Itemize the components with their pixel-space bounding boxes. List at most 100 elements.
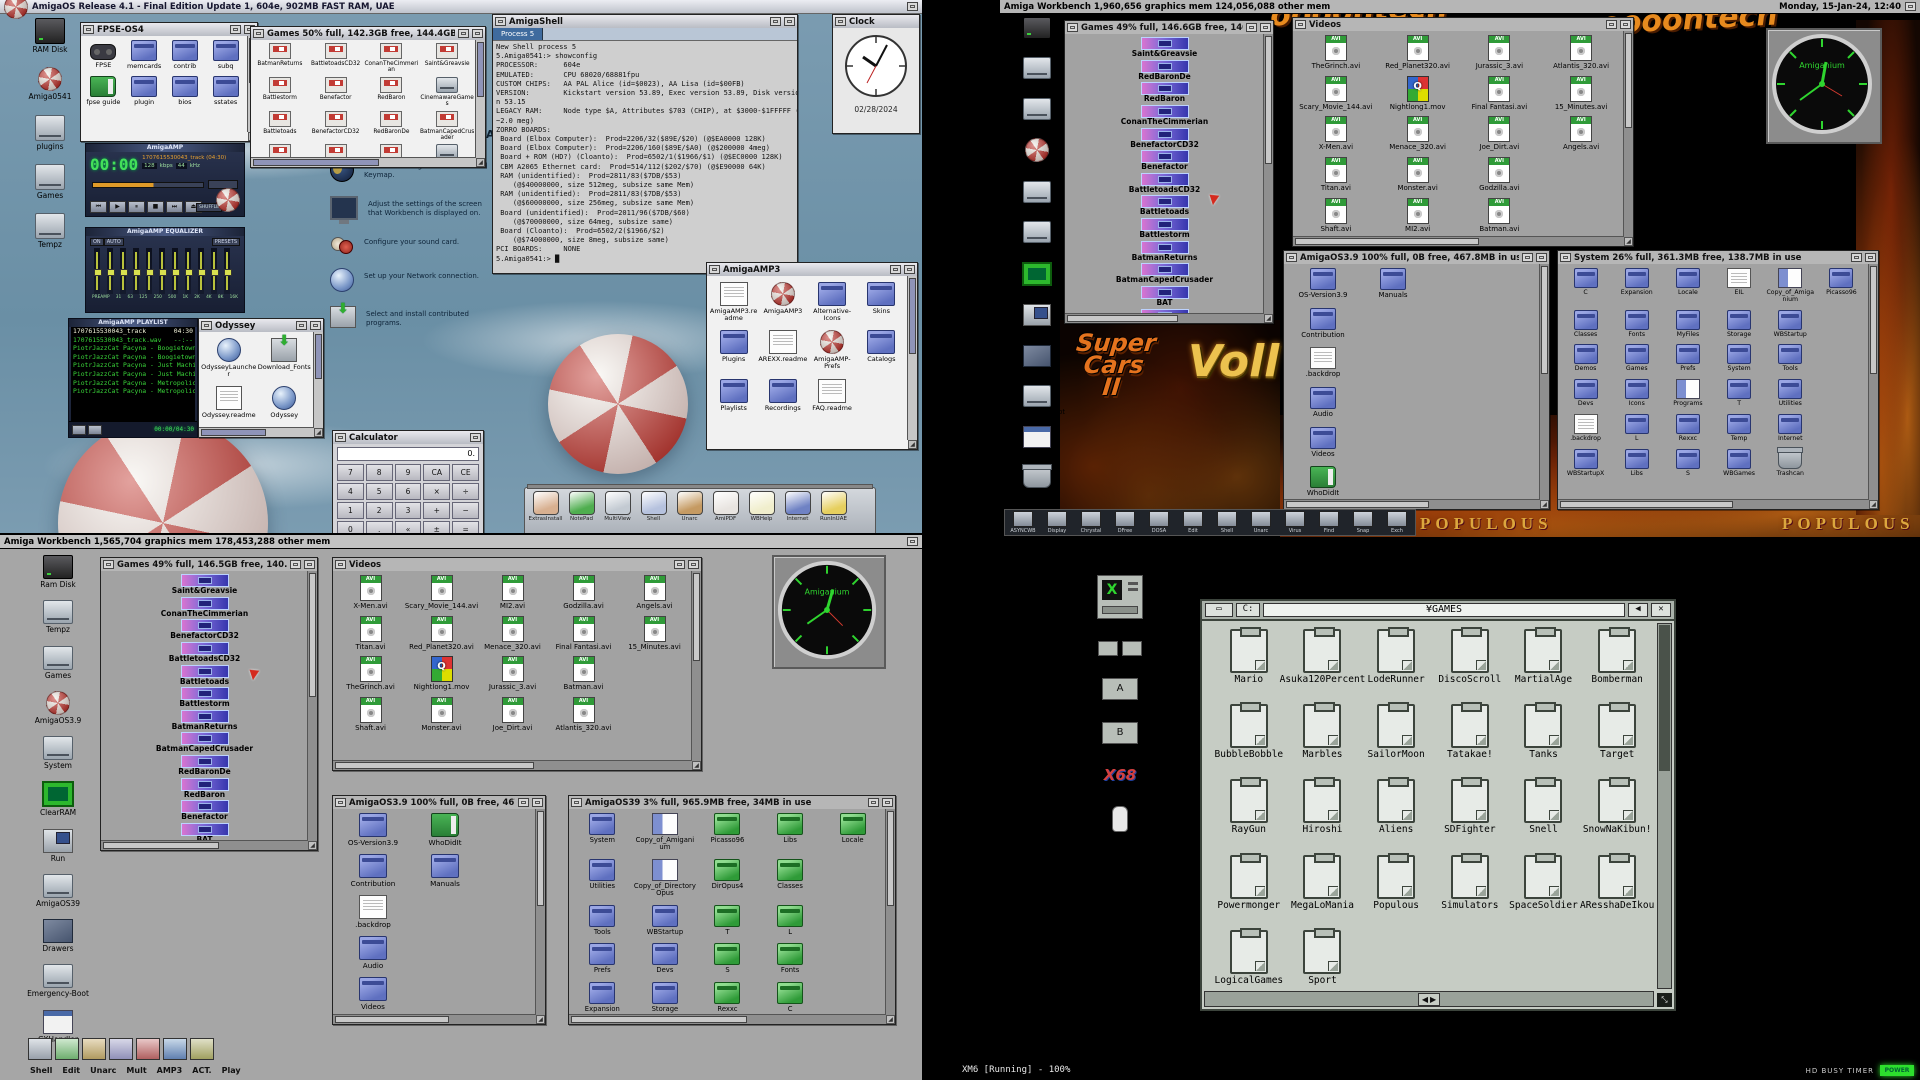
icon-red-planet320-avi[interactable]: Red_Planet320.avi	[406, 616, 477, 652]
drive-letter[interactable]: C:	[1236, 603, 1260, 617]
iconify-gadget-icon[interactable]	[770, 17, 781, 26]
icon-mi2-avi[interactable]: MI2.avi	[477, 575, 548, 611]
icon-copy-of-amiganium[interactable]: Copy_of_Amiganium	[634, 813, 697, 852]
icon-rexxc[interactable]: Rexxc	[696, 982, 759, 1013]
icon-ram-disk[interactable]: Ram Disk	[1021, 17, 1053, 48]
icon-jurassic-3-avi[interactable]: Jurassic_3.avi	[477, 656, 548, 692]
dock-item-dosa[interactable]: DOSA	[1143, 511, 1175, 534]
welcome-item-configure[interactable]: Configure your sound card.	[330, 234, 496, 254]
pl-add-button[interactable]	[72, 425, 86, 435]
icon-aliens[interactable]: Aliens	[1359, 779, 1433, 838]
horizontal-scrollbar[interactable]	[1293, 236, 1624, 246]
icon-tanks[interactable]: Tanks	[1507, 704, 1581, 763]
game-item-redbaronde[interactable]: RedBaronDe	[1065, 60, 1264, 82]
icon-diropus4[interactable]: DirOpus4	[696, 859, 759, 898]
icon-15-minutes-avi[interactable]: 15_Minutes.avi	[1540, 76, 1622, 112]
icon-snell[interactable]: Snell	[1507, 779, 1581, 838]
icon-whodidit[interactable]: WhoDidIt	[1288, 466, 1358, 498]
icon-locale[interactable]: Locale	[821, 813, 884, 852]
icon-bios[interactable]: bios	[165, 76, 206, 106]
eq-presets-button[interactable]: PRESETS	[212, 238, 240, 246]
icon-ram-disk[interactable]: RAM Disk	[32, 18, 67, 54]
dock-item-runinuae[interactable]: RunInUAE	[817, 491, 850, 522]
screen-depth-gadget[interactable]	[1905, 2, 1916, 11]
icon-mario[interactable]: Mario	[1212, 629, 1286, 688]
depth-gadget-icon[interactable]	[472, 29, 483, 38]
game-item-bat[interactable]: BAT	[1065, 286, 1264, 308]
playlist-entry[interactable]: PiotrJazzCat Pacyna - Metropolice--:--	[71, 387, 195, 396]
icon-c[interactable]: C	[1560, 268, 1611, 304]
game-item-redbaron[interactable]: RedBaron	[1065, 82, 1264, 104]
game-item-benefactor[interactable]: Benefactor	[1065, 150, 1264, 172]
calc-key-0[interactable]: 0	[337, 521, 364, 533]
icon-shaft-avi[interactable]: Shaft.avi	[335, 697, 406, 733]
icon-godzilla-avi[interactable]: Godzilla.avi	[548, 575, 619, 611]
resize-gadget[interactable]: ⤡	[1657, 993, 1672, 1007]
depth-gadget-icon[interactable]	[784, 17, 795, 26]
videos-titlebar[interactable]: Videos	[1293, 18, 1633, 32]
dock-shell-icon[interactable]	[28, 1038, 52, 1060]
icon-asuka120percent[interactable]: Asuka120Percent	[1286, 629, 1360, 688]
dock-item-shell[interactable]: Shell	[637, 491, 670, 522]
icon-games[interactable]: Games	[1611, 344, 1662, 373]
icon-plugin[interactable]: plugin	[124, 76, 165, 106]
game-item-batmanreturns[interactable]: BatmanReturns	[1065, 241, 1264, 263]
icon-t[interactable]: T	[696, 905, 759, 936]
dock-item-unarc[interactable]: Unarc	[673, 491, 706, 522]
icon-titan-avi[interactable]: Titan.avi	[1295, 157, 1377, 193]
icon-myfiles[interactable]: MyFiles	[1662, 310, 1713, 339]
videos-titlebar[interactable]: Videos	[333, 558, 701, 572]
icon-storage[interactable]: Storage	[634, 982, 697, 1013]
icon-shaft-avi[interactable]: Shaft.avi	[1295, 198, 1377, 234]
games-titlebar[interactable]: Games 49% full, 146.5GB free, 140.3GB	[101, 558, 317, 572]
icon-amigaos39[interactable]: AmigaOS39	[1017, 181, 1057, 212]
icon-nightlong1-mov[interactable]: Nightlong1.mov	[406, 656, 477, 692]
close-gadget-icon[interactable]	[1295, 20, 1306, 29]
icon-catalogs[interactable]: Catalogs	[857, 330, 906, 370]
icon-videogamesin3d[interactable]: VideoGamesIn3D	[419, 144, 475, 158]
icon-fpse-guide[interactable]: fpse guide	[83, 76, 124, 106]
icon-tempz[interactable]: Tempz	[1023, 98, 1051, 129]
vertical-scrollbar[interactable]	[1539, 264, 1549, 500]
icon-prefs[interactable]: Prefs	[571, 943, 634, 974]
clock-titlebar[interactable]: Clock	[833, 15, 919, 29]
icon-wbstartupx[interactable]: WBStartupX	[1560, 449, 1611, 478]
close-gadget-icon[interactable]	[495, 17, 506, 26]
icon-joe-dirt-avi[interactable]: Joe_Dirt.avi	[477, 697, 548, 733]
close-gadget-icon[interactable]	[1560, 253, 1571, 262]
calc-key-blank[interactable]: +	[423, 502, 450, 519]
close-gadget-icon[interactable]	[335, 560, 346, 569]
icon-c[interactable]: C	[759, 982, 822, 1013]
close-gadget-icon[interactable]	[83, 25, 94, 34]
amp-titlebar[interactable]: AmigaAMP	[86, 144, 244, 152]
icon-emergency-boot[interactable]: Emergency-Boot	[27, 964, 89, 998]
playlist-entries[interactable]: 1707615530043_track04:301707615530043_tr…	[71, 327, 195, 421]
play-button[interactable]: ▶	[109, 201, 126, 213]
zoom-gadget-icon[interactable]	[868, 798, 879, 807]
icon-programs[interactable]: Programs	[1662, 379, 1713, 408]
icon-run[interactable]: Run	[43, 829, 73, 863]
iconify-gadget-icon[interactable]	[230, 25, 241, 34]
icon-libs[interactable]: Libs	[759, 813, 822, 852]
icon-simulators[interactable]: Simulators	[1433, 855, 1507, 914]
calculator-titlebar[interactable]: Calculator	[333, 431, 483, 445]
dock-item-internet[interactable]: Internet	[781, 491, 814, 522]
balance-slider[interactable]	[208, 180, 238, 189]
iconify-gadget-icon[interactable]	[890, 265, 901, 274]
eq-on-button[interactable]: ON	[90, 238, 104, 246]
icon-temp[interactable]: Temp	[1714, 414, 1765, 443]
icon-wbstartup[interactable]: WBStartup	[1765, 310, 1816, 339]
icon-backdrop[interactable]: .backdrop	[1560, 414, 1611, 443]
calc-key-2[interactable]: 2	[366, 502, 393, 519]
game-item-battletoads[interactable]: Battletoads	[101, 665, 308, 687]
game-item-benefactorcd32[interactable]: BenefactorCD32	[101, 619, 308, 641]
icon-devs[interactable]: Devs	[634, 943, 697, 974]
resize-gadget[interactable]: ◢	[308, 841, 317, 850]
floppy-a-icon[interactable]: A	[1102, 678, 1138, 700]
screen-title-bar[interactable]: Amiga Workbench 1,960,656 graphics mem 1…	[1000, 0, 1920, 14]
depth-gadget-icon[interactable]	[1620, 20, 1631, 29]
icon-sailormoon[interactable]: SailorMoon	[1359, 704, 1433, 763]
close-gadget-icon[interactable]	[201, 321, 212, 330]
icon-wbgames[interactable]: WBGames	[1714, 449, 1765, 478]
game-item-bat[interactable]: BAT	[101, 823, 308, 841]
